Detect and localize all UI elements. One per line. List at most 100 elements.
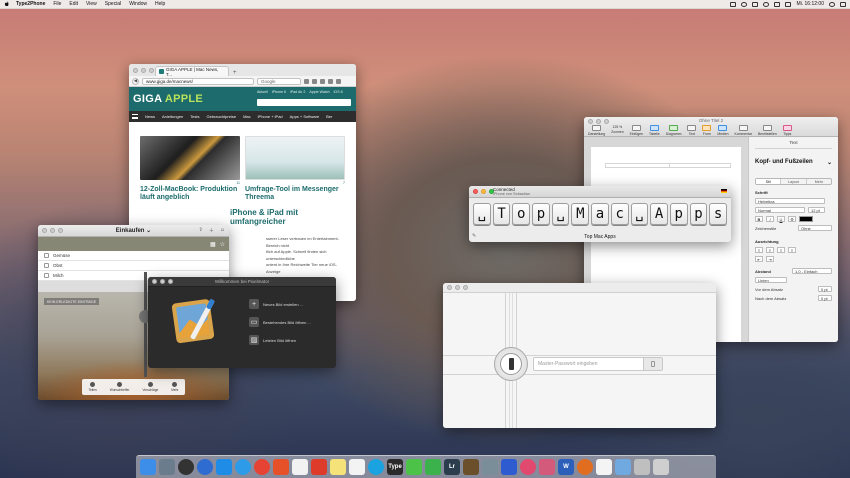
back-button[interactable]: ◀ [132, 77, 139, 85]
bookmark-star-icon[interactable] [304, 78, 309, 84]
share-button[interactable]: Bereitstellen [758, 125, 777, 136]
minimize-button[interactable] [455, 285, 460, 290]
fantastical-icon[interactable] [273, 459, 289, 475]
align-right-icon[interactable]: ≡ [777, 247, 785, 253]
zoom-button[interactable] [463, 285, 468, 290]
dashboard-icon[interactable] [178, 459, 194, 475]
skype-icon[interactable] [368, 459, 384, 475]
toolbar-wishes-button[interactable]: Wunschtreffer [110, 382, 130, 392]
lines-select[interactable]: Linien [755, 277, 787, 283]
german-flag-icon[interactable] [721, 189, 727, 193]
menu-icon[interactable] [336, 78, 341, 84]
document-icon[interactable] [596, 459, 612, 475]
site-nav-item[interactable]: Mac [243, 114, 251, 119]
master-password-input[interactable]: Master-Passwort eingeben [533, 357, 661, 371]
share-icon[interactable]: ⇪ [199, 227, 203, 234]
after-field[interactable]: 0 pt [818, 295, 832, 301]
timemachine-status-icon[interactable] [741, 1, 748, 7]
tab-more[interactable]: Mehr [807, 179, 831, 184]
toolbar-share-button[interactable]: Teilen [88, 382, 97, 392]
menu-edit[interactable]: Edit [69, 1, 78, 7]
toolbar-suggestions-button[interactable]: Vorschläge [142, 382, 158, 392]
calendar-icon[interactable] [292, 459, 308, 475]
folder-icon[interactable] [615, 459, 631, 475]
shape-button[interactable]: Form [702, 125, 712, 136]
site-nav-item[interactable]: Tests [190, 114, 199, 119]
list-item[interactable]: Obst [38, 261, 229, 271]
header-table[interactable] [605, 163, 731, 168]
photos-icon[interactable] [539, 459, 555, 475]
site-nav-item[interactable]: Apps + Software [290, 114, 319, 119]
battery-status-icon[interactable] [785, 1, 792, 7]
top-link[interactable]: Apple Watch [309, 90, 329, 94]
font-size-field[interactable]: 12 pt [808, 207, 825, 213]
zoom-button[interactable] [149, 68, 154, 73]
url-bar[interactable]: www.giga.de/macnews/ [142, 77, 254, 85]
italic-button[interactable]: I [766, 216, 774, 222]
before-field[interactable]: 0 pt [818, 286, 832, 292]
preview-icon[interactable] [482, 459, 498, 475]
media-button[interactable]: Medien [717, 125, 729, 136]
unlock-button[interactable] [643, 357, 663, 371]
word-icon[interactable]: W [558, 459, 574, 475]
notes-icon[interactable] [330, 459, 346, 475]
indent-decrease-icon[interactable]: ⇤ [755, 256, 763, 262]
top-link[interactable]: iPad Air 2 [290, 90, 305, 94]
minimize-button[interactable] [481, 189, 486, 194]
facetime-icon[interactable] [425, 459, 441, 475]
bookmarks-icon[interactable] [312, 78, 317, 84]
list-view-icon[interactable]: ▦ [210, 241, 216, 248]
chrome-icon[interactable] [254, 459, 270, 475]
tab-style[interactable]: Stil [756, 179, 782, 184]
tab-layout[interactable]: Layout [781, 179, 807, 184]
font-style-select[interactable]: Normal [755, 207, 805, 213]
article-title[interactable]: 12-Zoll-MacBook: Produktion läuft angebl… [140, 186, 240, 202]
site-nav-item[interactable]: Anleitungen [162, 114, 183, 119]
pixelmator-icon[interactable] [463, 459, 479, 475]
volume-status-icon[interactable] [774, 1, 781, 7]
menu-window[interactable]: Window [129, 1, 147, 7]
table-button[interactable]: Tabelle [649, 125, 660, 136]
apple-menu-icon[interactable] [4, 1, 10, 7]
browser-search-field[interactable]: Google [257, 77, 301, 85]
open-recent-button[interactable]: ▨ Letzten Bild öffnen [249, 335, 311, 345]
top-link[interactable]: Aktuell [257, 90, 268, 94]
menubar-clock[interactable]: Mi. 16:12:00 [796, 1, 824, 7]
add-icon[interactable]: ＋ [209, 227, 214, 234]
bluetooth-status-icon[interactable] [752, 1, 759, 7]
underline-button[interactable]: U [777, 216, 785, 222]
wifi-status-icon[interactable] [763, 1, 770, 7]
article-title[interactable]: Umfrage-Tool im Messenger Threema [245, 186, 345, 202]
site-logo[interactable]: GIGA APPLE [133, 93, 203, 105]
list-item[interactable]: Gemüse [38, 251, 229, 261]
indent-increase-icon[interactable]: ⇥ [766, 256, 774, 262]
article-headline[interactable]: iPhone & iPad mit umfangreicher [140, 208, 350, 226]
paragraph-style-select[interactable]: Kopf- und Fußzeilen ⌄ [755, 159, 832, 166]
top-link[interactable]: iOS 8 [334, 90, 343, 94]
1password-icon[interactable] [197, 459, 213, 475]
menu-app-name[interactable]: Type2Phone [16, 1, 45, 7]
align-left-icon[interactable]: ≡ [755, 247, 763, 253]
item-checkbox[interactable] [44, 263, 49, 268]
menu-view[interactable]: View [86, 1, 97, 7]
site-search-input[interactable] [257, 99, 351, 106]
menu-special[interactable]: Special [105, 1, 121, 7]
new-image-button[interactable]: + Neues Bild erstellen ... [249, 299, 311, 309]
article-card[interactable]: 11 12-Zoll-MacBook: Produktion läuft ang… [140, 136, 240, 202]
safari-icon[interactable] [235, 459, 251, 475]
reminders-icon[interactable] [349, 459, 365, 475]
close-button[interactable] [447, 285, 452, 290]
profile-icon[interactable]: ☺ [220, 227, 225, 234]
messages-icon[interactable] [406, 459, 422, 475]
align-justify-icon[interactable]: ≡ [788, 247, 796, 253]
site-nav-item[interactable]: News [145, 114, 155, 119]
zoom-select[interactable]: 125 % Zoomen [611, 125, 623, 136]
font-name-select[interactable]: Helvetica [755, 198, 825, 204]
launchpad-icon[interactable] [159, 459, 175, 475]
menu-file[interactable]: File [53, 1, 61, 7]
hamburger-icon[interactable] [132, 114, 138, 119]
text-button[interactable]: Text [687, 125, 697, 136]
comment-button[interactable]: Kommentar [735, 125, 752, 136]
add-item-bar[interactable]: ▦ ☆ [38, 237, 229, 251]
align-center-icon[interactable]: ≡ [766, 247, 774, 253]
